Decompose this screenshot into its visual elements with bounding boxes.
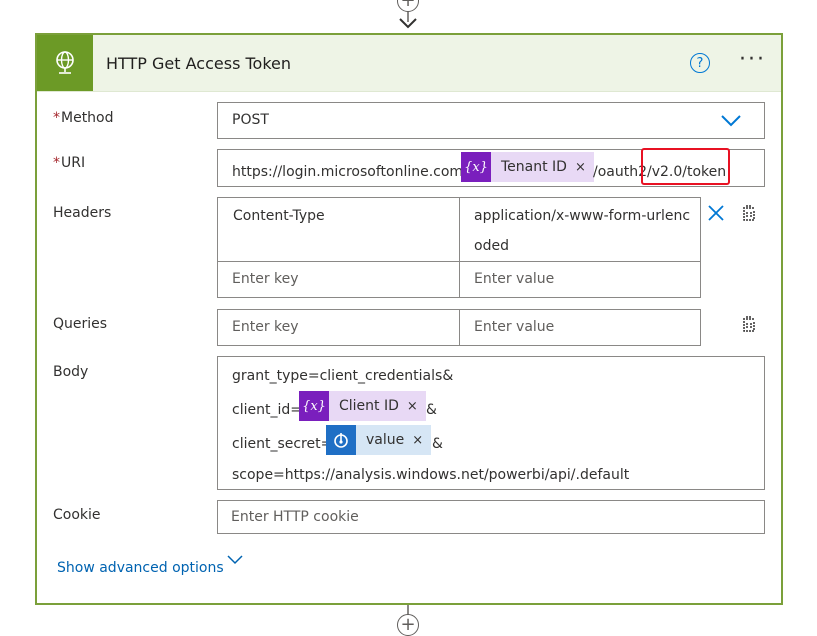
key-vault-icon — [326, 425, 356, 455]
header-value-line1: application/x-www-form-urlenc — [474, 208, 691, 224]
add-step-top-button[interactable]: + — [397, 0, 419, 12]
highlight-annotation — [641, 148, 730, 185]
body-line1: grant_type=client_credentials& — [232, 368, 454, 384]
uri-label: *URI — [53, 155, 86, 171]
cookie-placeholder: Enter HTTP cookie — [231, 509, 359, 525]
tenant-id-label: Tenant ID — [501, 159, 567, 175]
more-ellipsis-icon: ··· — [739, 47, 766, 72]
card-title[interactable]: HTTP Get Access Token — [106, 54, 291, 73]
chevron-down-icon — [721, 115, 741, 127]
query-key-placeholder: Enter key — [232, 319, 299, 335]
header-value-1[interactable]: application/x-www-form-urlenc oded — [459, 197, 701, 262]
variable-icon: {x} — [299, 391, 329, 421]
help-button[interactable]: ? — [690, 53, 710, 73]
close-icon[interactable]: × — [407, 399, 426, 414]
add-step-bottom-button[interactable]: + — [397, 614, 419, 636]
header-value-placeholder: Enter value — [474, 271, 555, 287]
close-icon[interactable] — [708, 205, 724, 221]
headers-label: Headers — [53, 205, 112, 221]
query-key-input[interactable]: Enter key — [217, 309, 460, 346]
body-line2-suffix: & — [426, 402, 437, 418]
cookie-input[interactable]: Enter HTTP cookie — [217, 500, 765, 534]
query-value-placeholder: Enter value — [474, 319, 555, 335]
question-circle-icon: ? — [696, 55, 704, 71]
body-line4: scope=https://analysis.windows.net/power… — [232, 467, 630, 483]
close-icon[interactable]: × — [575, 160, 594, 175]
body-input[interactable]: grant_type=client_credentials& client_id… — [217, 356, 765, 490]
plus-icon: + — [400, 0, 416, 11]
query-value-input[interactable]: Enter value — [459, 309, 701, 346]
method-value: POST — [232, 112, 269, 128]
header-value-input[interactable]: Enter value — [459, 261, 701, 298]
method-select[interactable]: POST — [217, 102, 765, 139]
header-key-text: Content-Type — [233, 208, 325, 224]
client-id-label: Client ID — [339, 398, 399, 414]
show-advanced-options-link[interactable]: Show advanced options — [57, 560, 224, 576]
body-line3-prefix: client_secret= — [232, 436, 333, 452]
trash-icon[interactable] — [740, 204, 758, 222]
plus-icon: + — [400, 614, 416, 635]
body-label: Body — [53, 364, 89, 380]
trash-icon[interactable] — [740, 315, 758, 333]
chevron-down-icon[interactable] — [227, 555, 243, 565]
tenant-id-token[interactable]: {x} Tenant ID × — [461, 152, 594, 182]
globe-icon — [37, 35, 93, 91]
body-line2-prefix: client_id= — [232, 402, 302, 418]
body-line3-suffix: & — [432, 436, 443, 452]
cookie-label: Cookie — [53, 507, 101, 523]
header-key-placeholder: Enter key — [232, 271, 299, 287]
header-value-line2: oded — [474, 238, 509, 254]
header-key-1[interactable]: Content-Type — [217, 197, 460, 262]
secret-value-label: value — [366, 432, 405, 448]
arrow-down-icon — [399, 18, 417, 29]
header-key-input[interactable]: Enter key — [217, 261, 460, 298]
more-options-button[interactable]: ··· — [739, 47, 766, 72]
queries-label: Queries — [53, 316, 108, 332]
close-icon[interactable]: × — [412, 433, 431, 448]
secret-value-token[interactable]: value × — [326, 425, 432, 455]
client-id-token[interactable]: {x} Client ID × — [299, 391, 426, 421]
uri-prefix: https://login.microsoftonline.com/ — [232, 164, 468, 180]
method-label: *Method — [53, 110, 114, 126]
http-action-card: HTTP Get Access Token ? ··· *Method POST… — [35, 33, 783, 605]
card-header[interactable]: HTTP Get Access Token ? ··· — [37, 35, 781, 92]
variable-icon: {x} — [461, 152, 491, 182]
